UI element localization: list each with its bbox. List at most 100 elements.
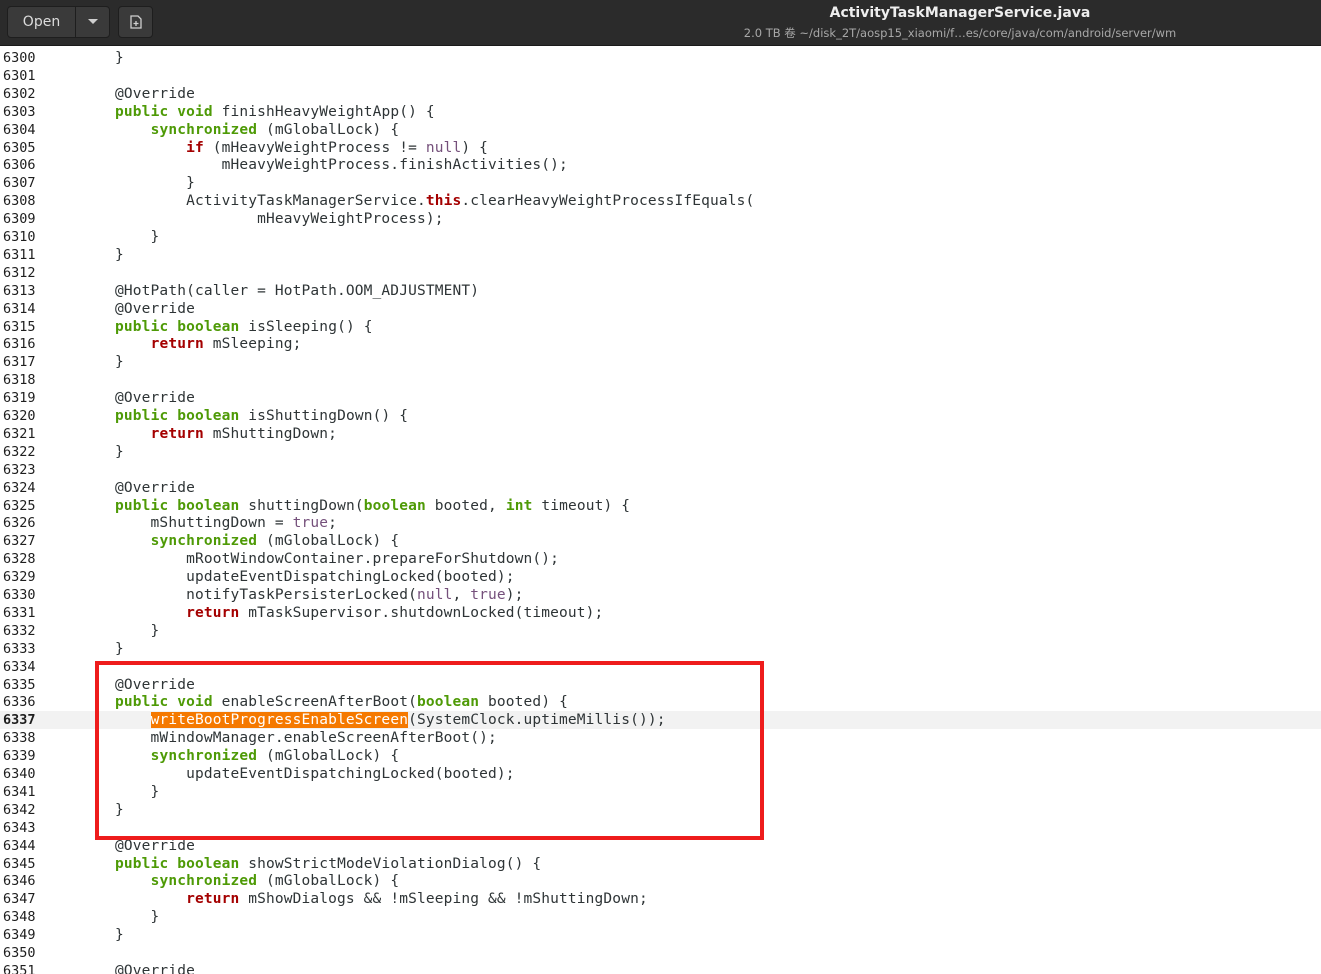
code-text: return mTaskSupervisor.shutdownLocked(ti… [44, 604, 603, 622]
code-token: synchronized [150, 533, 258, 550]
code-line[interactable]: 6320 public boolean isShuttingDown() { [0, 407, 1321, 425]
code-line[interactable]: 6314 @Override [0, 300, 1321, 318]
code-line[interactable]: 6304 synchronized (mGlobalLock) { [0, 121, 1321, 139]
code-line[interactable]: 6346 synchronized (mGlobalLock) { [0, 872, 1321, 890]
line-number: 6301 [3, 67, 36, 84]
code-line[interactable]: 6348 } [0, 908, 1321, 926]
code-token: boolean [177, 318, 240, 335]
open-button[interactable]: Open [7, 6, 76, 38]
code-line[interactable]: 6308 ActivityTaskManagerService.this.cle… [0, 192, 1321, 210]
code-text: public boolean shuttingDown(boolean boot… [44, 497, 630, 515]
code-line[interactable]: 6351 @Override [0, 962, 1321, 974]
code-token: } [44, 640, 124, 657]
code-text: } [44, 228, 160, 246]
code-text: ActivityTaskManagerService.this.clearHea… [44, 192, 754, 210]
file-path: 2.0 TB 卷 ~/disk_2T/aosp15_xiaomi/f…es/co… [743, 26, 1177, 40]
code-line[interactable]: 6302 @Override [0, 85, 1321, 103]
code-line[interactable]: 6311 } [0, 246, 1321, 264]
code-text: @HotPath(caller = HotPath.OOM_ADJUSTMENT… [44, 282, 479, 300]
code-token: int [505, 497, 533, 514]
code-line[interactable]: 6326 mShuttingDown = true; [0, 514, 1321, 532]
code-token: (mHeavyWeightProcess != [203, 139, 426, 156]
open-button-label: Open [22, 14, 61, 30]
line-number: 6311 [3, 246, 36, 263]
code-line[interactable]: 6329 updateEventDispatchingLocked(booted… [0, 568, 1321, 586]
new-document-button[interactable] [118, 6, 153, 38]
code-text: } [44, 443, 124, 461]
code-line[interactable]: 6309 mHeavyWeightProcess); [0, 210, 1321, 228]
line-number: 6348 [3, 909, 36, 926]
code-line[interactable]: 6310 } [0, 228, 1321, 246]
code-line[interactable]: 6349 } [0, 926, 1321, 944]
code-line[interactable]: 6331 return mTaskSupervisor.shutdownLock… [0, 604, 1321, 622]
code-line[interactable]: 6333 } [0, 640, 1321, 658]
line-number: 6303 [3, 103, 36, 120]
code-token: } [44, 50, 124, 66]
code-line[interactable]: 6328 mRootWindowContainer.prepareForShut… [0, 550, 1321, 568]
code-token: true [470, 587, 506, 603]
code-line[interactable]: 6315 public boolean isSleeping() { [0, 318, 1321, 336]
code-line[interactable]: 6325 public boolean shuttingDown(boolean… [0, 497, 1321, 515]
code-line[interactable]: 6316 return mSleeping; [0, 335, 1321, 353]
code-line[interactable]: 6313 @HotPath(caller = HotPath.OOM_ADJUS… [0, 282, 1321, 300]
code-line[interactable]: 6303 public void finishHeavyWeightApp() … [0, 103, 1321, 121]
code-line[interactable]: 6300 } [0, 49, 1321, 67]
open-menu-button[interactable] [75, 6, 110, 38]
code-token: mHeavyWeightProcess); [44, 211, 444, 228]
line-number: 6325 [3, 497, 36, 514]
code-line[interactable]: 6350 [0, 944, 1321, 962]
code-token: if [186, 139, 204, 156]
code-line[interactable]: 6323 [0, 461, 1321, 479]
code-token: boolean [177, 497, 240, 514]
code-token: public [115, 497, 169, 514]
code-line[interactable]: 6324 @Override [0, 479, 1321, 497]
code-line[interactable]: 6321 return mShuttingDown; [0, 425, 1321, 443]
code-text: } [44, 49, 124, 67]
code-line[interactable]: 6305 if (mHeavyWeightProcess != null) { [0, 139, 1321, 157]
code-line[interactable]: 6306 mHeavyWeightProcess.finishActivitie… [0, 156, 1321, 174]
code-line[interactable]: 6345 public boolean showStrictModeViolat… [0, 855, 1321, 873]
code-line[interactable]: 6347 return mShowDialogs && !mSleeping &… [0, 890, 1321, 908]
code-line[interactable]: 6307 } [0, 174, 1321, 192]
line-number: 6335 [3, 676, 36, 693]
line-number: 6345 [3, 855, 36, 872]
line-number: 6300 [3, 50, 36, 66]
code-line[interactable]: 6332 } [0, 622, 1321, 640]
code-token: showStrictModeViolationDialog() { [239, 855, 542, 872]
code-text: updateEventDispatchingLocked(booted); [44, 568, 515, 586]
code-token: null [425, 139, 462, 156]
line-number: 6323 [3, 461, 36, 478]
code-token: @Override [44, 85, 195, 102]
code-line[interactable]: 6330 notifyTaskPersisterLocked(null, tru… [0, 586, 1321, 604]
code-token: } [44, 354, 124, 371]
line-number: 6329 [3, 569, 36, 586]
code-text: } [44, 353, 124, 371]
code-text: } [44, 174, 195, 192]
code-line[interactable]: 6312 [0, 264, 1321, 282]
code-token: mSleeping; [203, 336, 302, 353]
code-line[interactable]: 6319 @Override [0, 389, 1321, 407]
code-token: public [115, 855, 169, 872]
line-number: 6304 [3, 121, 36, 138]
line-number: 6307 [3, 175, 36, 192]
code-text: @Override [44, 479, 195, 497]
code-line[interactable]: 6318 [0, 371, 1321, 389]
code-text: public boolean isSleeping() { [44, 318, 373, 336]
code-line[interactable]: 6301 [0, 67, 1321, 85]
code-token: shuttingDown( [239, 497, 364, 514]
code-token: isSleeping() { [239, 318, 373, 335]
code-token: return [150, 336, 204, 353]
code-line[interactable]: 6327 synchronized (mGlobalLock) { [0, 532, 1321, 550]
code-token: boolean [177, 408, 240, 424]
code-line[interactable]: 6317 } [0, 353, 1321, 371]
code-line[interactable]: 6322 } [0, 443, 1321, 461]
code-text: synchronized (mGlobalLock) { [44, 532, 399, 550]
code-token: public [115, 318, 169, 335]
